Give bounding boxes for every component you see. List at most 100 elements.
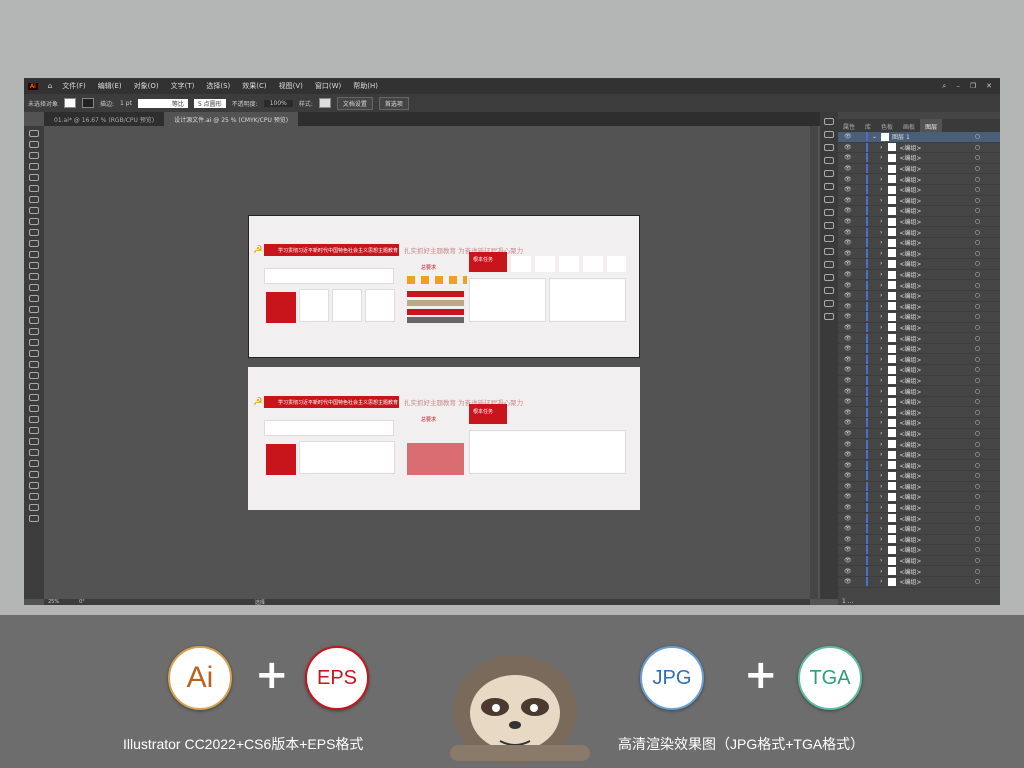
tool-button[interactable] (29, 229, 39, 236)
sublayer-row[interactable]: 👁 › <编组> ○ (838, 428, 1000, 440)
target-icon[interactable]: ○ (975, 218, 980, 225)
tool-button[interactable] (29, 295, 39, 302)
eye-icon[interactable]: 👁 (844, 218, 852, 225)
target-icon[interactable]: ○ (975, 260, 980, 267)
chevron-right-icon[interactable]: › (880, 557, 882, 564)
eye-icon[interactable]: 👁 (844, 165, 852, 172)
sublayer-row[interactable]: 👁 › <编组> ○ (838, 227, 1000, 238)
tool-button[interactable] (29, 130, 39, 137)
sublayer-row[interactable]: 👁 › <编组> ○ (838, 301, 1000, 313)
chevron-right-icon[interactable]: › (880, 546, 882, 553)
chevron-right-icon[interactable]: › (880, 207, 882, 214)
eye-icon[interactable]: 👁 (844, 578, 852, 585)
target-icon[interactable]: ○ (975, 483, 980, 490)
tool-button[interactable] (29, 174, 39, 181)
stroke-profile-select[interactable]: 等比 (137, 98, 188, 108)
sublayer-row[interactable]: 👁 › <编组> ○ (838, 312, 1000, 323)
chevron-right-icon[interactable]: › (880, 154, 882, 161)
tool-button[interactable] (29, 394, 39, 401)
target-icon[interactable]: ○ (975, 419, 980, 426)
menu-1[interactable]: 编辑(E) (98, 81, 122, 91)
preferences-button[interactable]: 首选项 (378, 96, 409, 110)
stroke-swatch[interactable] (82, 98, 95, 108)
sublayer-row[interactable]: 👁 › <编组> ○ (838, 195, 1000, 207)
restore-button[interactable]: ❐ (970, 82, 976, 90)
tool-button[interactable] (29, 284, 39, 291)
sublayer-row[interactable]: 👁 › <编组> ○ (838, 365, 1000, 376)
target-icon[interactable]: ○ (975, 250, 980, 257)
chevron-right-icon[interactable]: › (880, 504, 882, 511)
target-icon[interactable]: ○ (975, 282, 980, 289)
target-icon[interactable]: ○ (975, 345, 980, 352)
sublayer-row[interactable]: 👁 › <编组> ○ (838, 174, 1000, 185)
sublayer-row[interactable]: 👁 › <编组> ○ (838, 248, 1000, 260)
vertical-scrollbar[interactable] (810, 126, 818, 599)
zoom-select[interactable]: 25% (48, 599, 59, 605)
target-icon[interactable]: ○ (975, 292, 980, 299)
panel-icon[interactable] (824, 300, 834, 307)
tool-button[interactable] (29, 350, 39, 357)
sublayer-row[interactable]: 👁 › <编组> ○ (838, 185, 1000, 196)
chevron-right-icon[interactable]: › (880, 398, 882, 405)
target-icon[interactable]: ○ (975, 366, 980, 373)
menu-4[interactable]: 选择(S) (206, 81, 230, 91)
chevron-right-icon[interactable]: › (880, 229, 882, 236)
panel-icon[interactable] (824, 235, 834, 242)
target-icon[interactable]: ○ (975, 176, 980, 183)
chevron-right-icon[interactable]: › (880, 578, 882, 585)
panel-icon[interactable] (824, 118, 834, 125)
target-icon[interactable]: ○ (975, 525, 980, 532)
chevron-right-icon[interactable]: › (880, 239, 882, 246)
tool-button[interactable] (29, 405, 39, 412)
tool-button[interactable] (29, 152, 39, 159)
tool-button[interactable] (29, 515, 39, 522)
target-icon[interactable]: ○ (975, 546, 980, 553)
tool-button[interactable] (29, 504, 39, 511)
tool-button[interactable] (29, 383, 39, 390)
panel-icon[interactable] (824, 287, 834, 294)
sublayer-row[interactable]: 👁 › <编组> ○ (838, 386, 1000, 397)
chevron-right-icon[interactable]: › (880, 388, 882, 395)
sublayer-row[interactable]: 👁 › <编组> ○ (838, 481, 1000, 493)
chevron-right-icon[interactable]: › (880, 197, 882, 204)
menu-0[interactable]: 文件(F) (62, 81, 86, 91)
sublayer-row[interactable]: 👁 › <编组> ○ (838, 291, 1000, 302)
panel-icon[interactable] (824, 170, 834, 177)
panel-tab-0[interactable]: 属性 (838, 119, 860, 132)
eye-icon[interactable]: 👁 (844, 239, 852, 246)
minimize-button[interactable]: – (956, 82, 960, 90)
sublayer-row[interactable]: 👁 › <编组> ○ (838, 534, 1000, 546)
eye-icon[interactable]: 👁 (844, 441, 852, 448)
target-icon[interactable]: ○ (975, 441, 980, 448)
sublayer-row[interactable]: 👁 › <编组> ○ (838, 471, 1000, 482)
target-icon[interactable]: ○ (975, 356, 980, 363)
tool-button[interactable] (29, 493, 39, 500)
target-icon[interactable]: ○ (975, 398, 980, 405)
eye-icon[interactable]: 👁 (844, 515, 852, 522)
tool-button[interactable] (29, 317, 39, 324)
menu-7[interactable]: 窗口(W) (315, 81, 341, 91)
eye-icon[interactable]: 👁 (844, 176, 852, 183)
panel-icon[interactable] (824, 274, 834, 281)
eye-icon[interactable]: 👁 (844, 536, 852, 543)
tool-button[interactable] (29, 185, 39, 192)
tab-doc-1[interactable]: 01.ai* @ 16.67 % (RGB/CPU 预览) (44, 112, 164, 126)
eye-icon[interactable]: 👁 (844, 313, 852, 320)
eye-icon[interactable]: 👁 (844, 260, 852, 267)
target-icon[interactable]: ○ (975, 504, 980, 511)
eye-icon[interactable]: 👁 (844, 292, 852, 299)
chevron-right-icon[interactable]: › (880, 430, 882, 437)
chevron-right-icon[interactable]: › (880, 144, 882, 151)
chevron-right-icon[interactable]: › (880, 345, 882, 352)
tool-button[interactable] (29, 163, 39, 170)
tool-button[interactable] (29, 262, 39, 269)
panel-tab-4[interactable]: 图层 (920, 119, 943, 132)
eye-icon[interactable]: 👁 (844, 207, 852, 214)
target-icon[interactable]: ○ (975, 197, 980, 204)
eye-icon[interactable]: 👁 (844, 197, 852, 204)
menu-3[interactable]: 文字(T) (171, 81, 195, 91)
eye-icon[interactable]: 👁 (844, 144, 852, 151)
tool-button[interactable] (29, 416, 39, 423)
chevron-right-icon[interactable]: › (880, 186, 882, 193)
target-icon[interactable]: ○ (975, 324, 980, 331)
